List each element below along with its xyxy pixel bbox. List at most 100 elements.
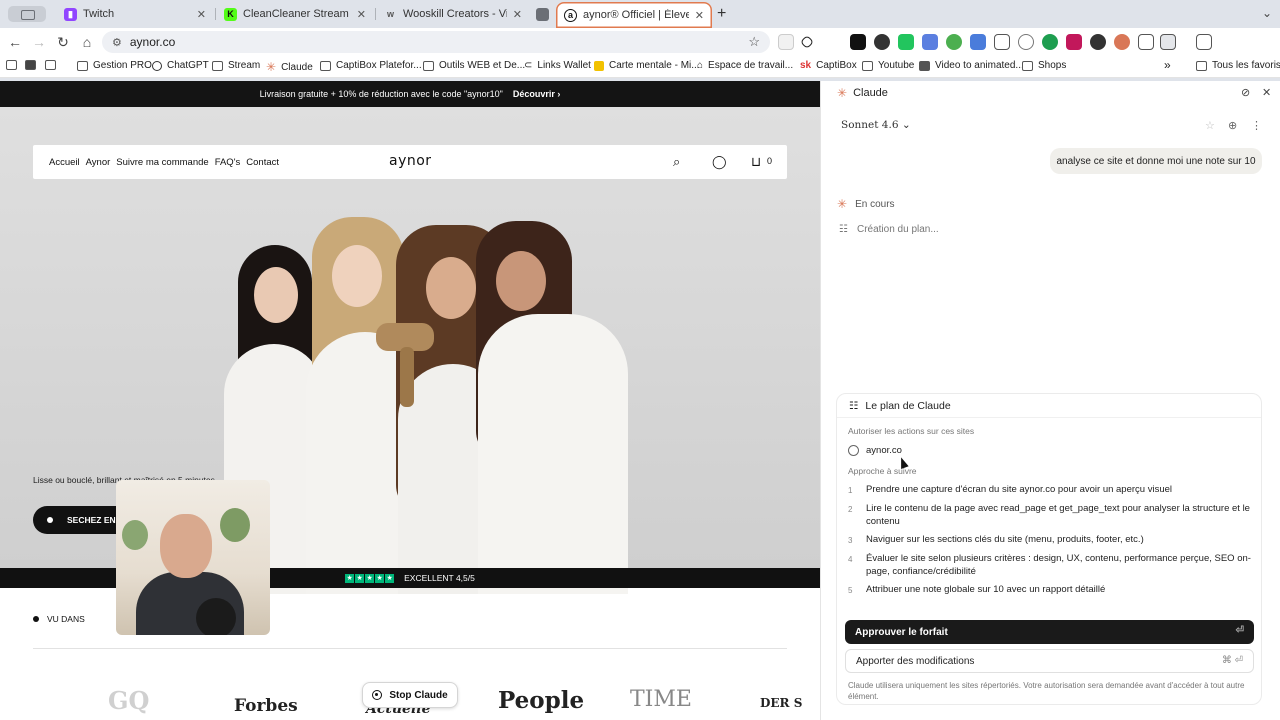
bookmark-label: Links Wallet	[537, 60, 591, 71]
nav-link-faqs[interactable]: FAQ's	[215, 157, 241, 168]
tab-wooskill[interactable]: w Wooskill Creators - Vivez de ✕	[376, 3, 530, 25]
bookmark-gestion-pro[interactable]: Gestion PRO	[77, 60, 152, 71]
permission-notice: Claude utilisera uniquement les sites ré…	[848, 681, 1245, 701]
tab-overview-button[interactable]	[8, 6, 46, 22]
kick-icon: K	[224, 7, 237, 21]
bullet-icon	[33, 616, 39, 622]
press-logo-people: People	[498, 687, 585, 714]
allow-sites-label: Autoriser les actions sur ces sites	[848, 426, 975, 436]
bookmark-captibox[interactable]: sk CaptiBox	[800, 60, 857, 71]
cta-dot-icon	[47, 517, 53, 523]
unpin-icon[interactable]: ⊘	[1241, 86, 1250, 99]
address-bar[interactable]: ⚙ aynor.co ☆	[102, 31, 770, 53]
globe-extension-icon[interactable]	[1018, 34, 1034, 50]
pink-extension-icon[interactable]	[1066, 34, 1082, 50]
creating-plan: ☷ Création du plan...	[839, 224, 939, 235]
webcam-overlay	[116, 480, 270, 635]
extensions-puzzle-icon[interactable]	[1138, 34, 1154, 50]
account-icon[interactable]: ◯	[712, 154, 727, 170]
bookmark-outils-web[interactable]: Outils WEB et De...	[423, 60, 525, 71]
bookmark-captibox-plateforme[interactable]: CaptiBox Platefor...	[320, 60, 422, 71]
doc-extension-icon[interactable]	[922, 34, 938, 50]
nav-link-suivre-commande[interactable]: Suivre ma commande	[116, 157, 208, 168]
nav-link-contact[interactable]: Contact	[246, 157, 279, 168]
search-icon[interactable]: ⌕	[673, 154, 680, 170]
bookmark-espace-travail[interactable]: ⌂ Espace de travail...	[697, 60, 793, 71]
chrome-extension-icon[interactable]	[946, 34, 962, 50]
tab-kick[interactable]: K CleanCleaner Stream - Watch ✕	[216, 3, 374, 25]
list-icon: ☷	[849, 399, 859, 412]
make-changes-button[interactable]: Apporter des modifications ⌘ ⏎	[845, 649, 1254, 673]
cart-icon[interactable]: ⊔	[751, 154, 761, 170]
approve-plan-button[interactable]: Approuver le forfait ⏎	[845, 620, 1254, 644]
capture-extension-icon[interactable]	[994, 34, 1010, 50]
list-icon: ☷	[839, 224, 848, 235]
bookmark-youtube[interactable]: Youtube	[862, 60, 914, 71]
bookmark-label: Carte mentale - Mi...	[609, 60, 700, 71]
more-options-icon[interactable]: ⋮	[1251, 119, 1262, 132]
side-panel-icon[interactable]	[1160, 34, 1176, 50]
bookmark-label: Youtube	[878, 60, 915, 71]
all-bookmarks[interactable]: Tous les favoris	[1196, 60, 1280, 71]
plan-step: 5 Attribuer une note globale sur 10 avec …	[848, 584, 1106, 595]
stop-icon	[372, 690, 383, 700]
plan-steps: 1 Prendre une capture d'écran du site ayn…	[848, 483, 1253, 602]
extension-u-icon[interactable]	[778, 34, 794, 50]
tab-twitch[interactable]: ▮ Twitch ✕	[56, 3, 214, 25]
apps-grid-icon[interactable]	[45, 60, 56, 70]
promo-discover-link[interactable]: Découvrir ›	[513, 89, 561, 99]
downloads-icon[interactable]	[1196, 34, 1212, 50]
modify-label: Apporter des modifications	[856, 655, 975, 667]
site-logo[interactable]: aynor	[389, 153, 432, 169]
claude-logo-icon: ✳	[837, 86, 848, 100]
reload-icon[interactable]: ↻	[53, 32, 73, 52]
panel-header: ✳ Claude ⊘ ✕	[821, 81, 1280, 105]
reading-list-icon[interactable]	[6, 60, 17, 70]
chatgpt-icon	[152, 60, 162, 71]
aynor-favicon-icon: a	[564, 8, 577, 22]
model-selector[interactable]: Sonnet 4.6 ⌄	[841, 119, 911, 131]
tab-aynor[interactable]: a aynor® Officiel | Élevez votre ✕	[556, 2, 712, 28]
forward-arrow-icon[interactable]: →	[29, 32, 49, 52]
tab-search-chevron-icon[interactable]: ⌄	[1262, 6, 1272, 20]
green-extension-icon[interactable]	[898, 34, 914, 50]
back-arrow-icon[interactable]: ←	[5, 32, 25, 52]
bookmark-links-wallet[interactable]: ⊂ Links Wallet	[524, 60, 591, 71]
promo-text: Livraison gratuite + 10% de réduction av…	[259, 89, 503, 99]
tab-title: CleanCleaner Stream - Watch	[243, 8, 351, 20]
pen-extension-icon[interactable]	[799, 34, 815, 50]
bookmark-carte-mentale[interactable]: Carte mentale - Mi...	[594, 60, 700, 71]
bookmark-video-animated[interactable]: Video to animated...	[919, 60, 1024, 71]
screenshot-extension-icon[interactable]	[970, 34, 986, 50]
close-icon[interactable]: ✕	[357, 8, 366, 21]
star-icon[interactable]: ☆	[1205, 119, 1215, 132]
close-icon[interactable]: ✕	[513, 8, 522, 21]
close-icon[interactable]: ✕	[197, 8, 206, 21]
close-icon[interactable]: ✕	[695, 9, 704, 22]
stop-claude-button[interactable]: Stop Claude	[362, 682, 458, 708]
bookmark-claude[interactable]: ✳ Claude	[266, 60, 313, 74]
new-chat-icon[interactable]: ⊕	[1228, 119, 1237, 132]
dark-round-extension-icon[interactable]	[1090, 34, 1106, 50]
bookmark-star-icon[interactable]: ☆	[748, 34, 760, 50]
nav-link-aynor[interactable]: Aynor	[86, 157, 111, 168]
site-navbar: Accueil Aynor Suivre ma commande FAQ's C…	[33, 145, 787, 179]
tab-pinned[interactable]	[531, 3, 555, 25]
more-bookmarks-chevron-icon[interactable]: »	[1164, 58, 1171, 72]
bookmark-chatgpt[interactable]: ChatGPT	[152, 60, 209, 71]
green-leaf-extension-icon[interactable]	[1042, 34, 1058, 50]
claude-extension-icon[interactable]	[1114, 34, 1130, 50]
tab-groups-icon[interactable]	[25, 60, 36, 70]
home-icon[interactable]: ⌂	[77, 32, 97, 52]
dark-extension-icon[interactable]	[874, 34, 890, 50]
notion-extension-icon[interactable]	[850, 34, 866, 50]
browser-toolbar: ← → ↻ ⌂ ⚙ aynor.co ☆ ⋮	[0, 28, 1280, 78]
bookmark-label: Espace de travail...	[708, 60, 794, 71]
close-panel-icon[interactable]: ✕	[1262, 86, 1271, 99]
bookmark-stream[interactable]: Stream	[212, 60, 260, 71]
nav-link-accueil[interactable]: Accueil	[49, 157, 80, 168]
new-tab-plus-icon[interactable]: +	[717, 5, 726, 23]
bookmark-label: CaptiBox Platefor...	[336, 60, 422, 71]
bookmark-shops[interactable]: Shops	[1022, 60, 1066, 71]
site-settings-icon[interactable]: ⚙	[112, 36, 122, 49]
